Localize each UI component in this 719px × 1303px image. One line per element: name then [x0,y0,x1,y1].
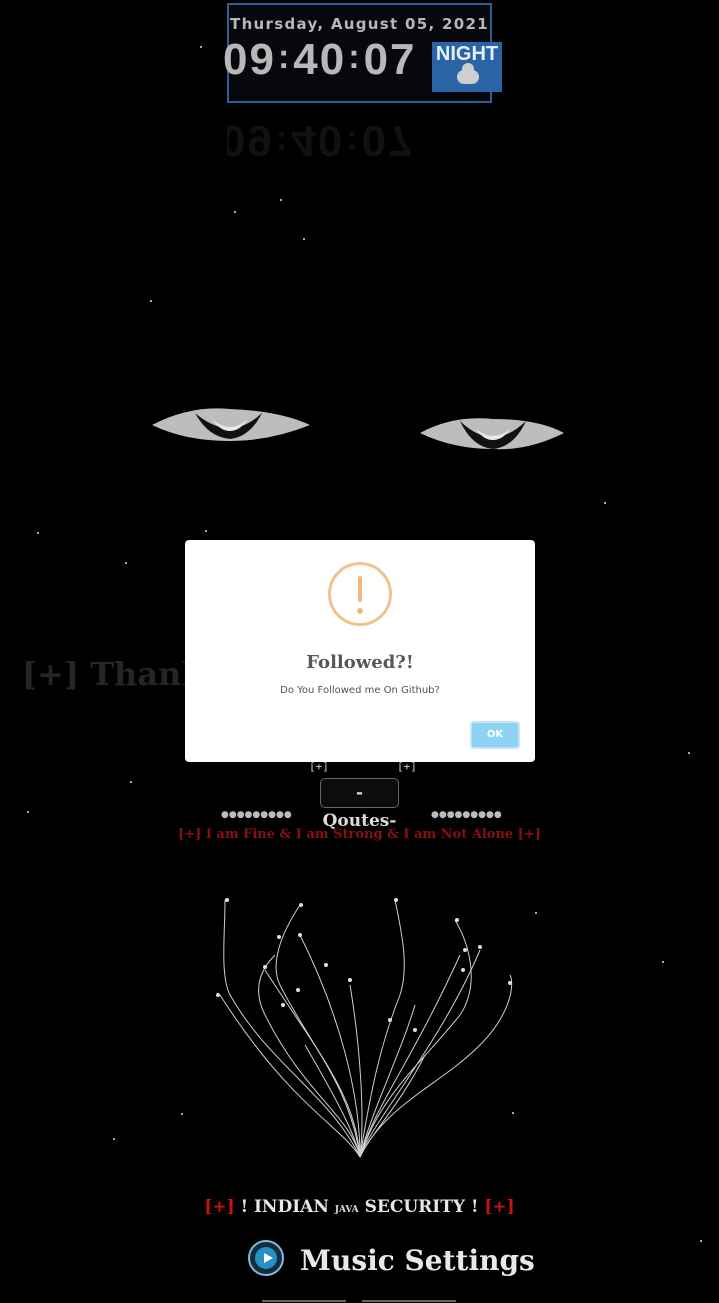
brand-right: SECURITY ! [364,1197,479,1217]
star [130,781,132,783]
star [688,752,690,754]
brand-middle: JAVA [334,1205,359,1215]
star [150,300,152,302]
brand-close-marker: [+] [484,1197,515,1217]
play-icon [255,1247,277,1269]
star [27,811,29,813]
clock-hours: 09 [223,35,276,84]
star [113,1138,115,1140]
brand-left: ! INDIAN [240,1197,329,1217]
warning-icon [328,562,392,626]
dots-right: ●●●●●●●●● [431,810,502,820]
star [37,532,39,534]
brand-banner: [+] ! INDIAN JAVA SECURITY ! [+] [0,1197,719,1217]
star [200,46,202,48]
star [181,1113,183,1115]
clock-widget: Thursday, August 05, 2021 09:40:07 NIGHT [223,3,502,103]
dots-left: ●●●●●●●●● [221,810,292,820]
music-settings-link[interactable]: Music Settings [300,1244,535,1277]
clock-date: Thursday, August 05, 2021 [230,15,489,33]
star [280,199,282,201]
follow-dialog: Followed?! Do You Followed me On Github?… [185,540,535,762]
cloud-icon [457,63,479,84]
nav-indicator-right [362,1300,456,1302]
brand-open-marker: [+] [204,1197,235,1217]
night-badge: NIGHT [432,42,502,92]
left-eye-image [152,408,310,441]
right-eye-image [420,418,564,450]
root-tree-graphic [216,898,513,1158]
star [700,1240,702,1242]
clock-seconds: 07 [363,35,417,84]
star [604,502,606,504]
quote-text: [+] I am Fine & I am Strong & I am Not A… [178,827,541,842]
nav-indicator-left [262,1300,346,1302]
quotes-title: -Qoutes- [320,778,399,831]
clock-reflection: 09:40:07 [227,116,415,165]
dialog-title: Followed?! [306,652,414,673]
star [125,562,127,564]
star [535,912,537,914]
ok-button[interactable]: OK [470,721,520,749]
dialog-message: Do You Followed me On Github? [280,685,440,696]
clock-minutes: 40 [293,35,347,84]
play-button[interactable] [248,1240,284,1276]
star [205,530,207,532]
star [303,238,305,240]
star [662,961,664,963]
star [234,211,236,213]
clock-time: 09:40:07 [223,35,417,84]
